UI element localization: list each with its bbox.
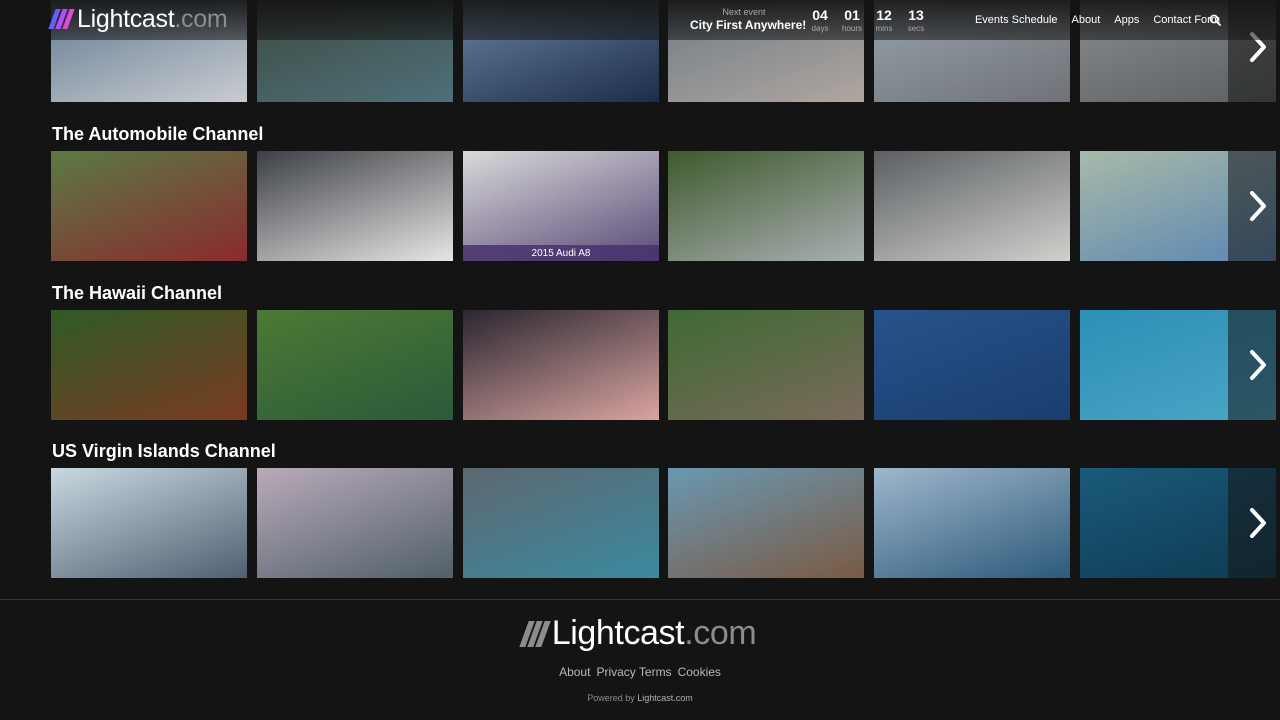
nav-events-schedule[interactable]: Events Schedule <box>975 12 1058 28</box>
thumbnail-strip <box>51 468 1280 578</box>
video-thumbnail[interactable]: 2015 Audi A8 <box>463 151 659 261</box>
countdown-secs-unit: secs <box>907 24 925 33</box>
thumbnail-caption: 2015 Audi A8 <box>463 245 659 261</box>
chevron-right-icon[interactable] <box>1244 151 1272 261</box>
countdown-mins: 12 mins <box>868 6 900 33</box>
logo-word: Lightcast <box>77 4 175 33</box>
video-thumbnail[interactable] <box>51 468 247 578</box>
footer-logo-word: Lightcast <box>551 614 685 652</box>
video-thumbnail[interactable] <box>257 468 453 578</box>
countdown-hours: 01 hours <box>836 6 868 33</box>
event-countdown: 04 days 01 hours 12 mins 13 secs <box>804 6 932 33</box>
footer-link-privacy-terms[interactable]: Privacy Terms <box>596 665 671 679</box>
countdown-mins-value: 12 <box>876 7 892 23</box>
countdown-days: 04 days <box>804 6 836 33</box>
countdown-hours-value: 01 <box>844 7 860 23</box>
footer-divider <box>0 599 1280 600</box>
channel-title[interactable]: The Hawaii Channel <box>52 283 222 304</box>
countdown-days-value: 04 <box>812 7 828 23</box>
countdown-secs-value: 13 <box>908 7 924 23</box>
main-nav: Events Schedule About Apps Contact Form <box>975 12 1220 28</box>
footer-logo-dot: .com <box>684 614 757 652</box>
video-thumbnail[interactable] <box>874 468 1070 578</box>
top-header: Lightcast .com Next event City First Any… <box>0 0 1280 40</box>
powered-by: Powered by Lightcast.com <box>0 693 1280 703</box>
video-thumbnail[interactable] <box>668 468 864 578</box>
video-thumbnail[interactable] <box>463 310 659 420</box>
video-thumbnail[interactable] <box>874 310 1070 420</box>
video-thumbnail[interactable] <box>51 151 247 261</box>
search-icon[interactable] <box>1209 14 1221 26</box>
countdown-mins-unit: mins <box>875 24 893 33</box>
countdown-secs: 13 secs <box>900 6 932 33</box>
footer-link-about[interactable]: About <box>559 665 590 679</box>
countdown-days-unit: days <box>811 24 829 33</box>
video-thumbnail[interactable] <box>668 151 864 261</box>
thumbnail-strip <box>51 310 1280 420</box>
logo-dot: .com <box>174 4 228 33</box>
channel-title[interactable]: The Automobile Channel <box>52 124 263 145</box>
footer-links: About Privacy Terms Cookies <box>0 665 1280 679</box>
thumbnail-strip: 2015 Audi A8 <box>51 151 1280 261</box>
video-thumbnail[interactable] <box>51 310 247 420</box>
footer-link-cookies[interactable]: Cookies <box>678 665 721 679</box>
video-thumbnail[interactable] <box>668 310 864 420</box>
nav-about[interactable]: About <box>1072 12 1101 28</box>
video-thumbnail[interactable] <box>463 468 659 578</box>
video-thumbnail[interactable] <box>874 151 1070 261</box>
chevron-right-icon[interactable] <box>1244 468 1272 578</box>
next-event-label: Next event <box>722 7 766 17</box>
video-thumbnail[interactable] <box>257 310 453 420</box>
next-event[interactable]: Next event City First Anywhere! <box>690 7 807 32</box>
footer-logo[interactable]: Lightcast .com <box>0 614 1280 653</box>
footer-logo-mark-icon <box>518 620 551 647</box>
nav-apps[interactable]: Apps <box>1114 12 1139 28</box>
chevron-right-icon[interactable] <box>1244 310 1272 420</box>
powered-prefix: Powered by <box>587 693 638 703</box>
site-logo[interactable]: Lightcast .com <box>48 4 228 33</box>
logo-mark-icon <box>48 9 75 29</box>
video-thumbnail[interactable] <box>257 151 453 261</box>
channel-title[interactable]: US Virgin Islands Channel <box>52 441 276 462</box>
next-event-name: City First Anywhere! <box>690 18 807 32</box>
countdown-hours-unit: hours <box>841 24 862 33</box>
powered-link[interactable]: Lightcast.com <box>637 693 693 703</box>
